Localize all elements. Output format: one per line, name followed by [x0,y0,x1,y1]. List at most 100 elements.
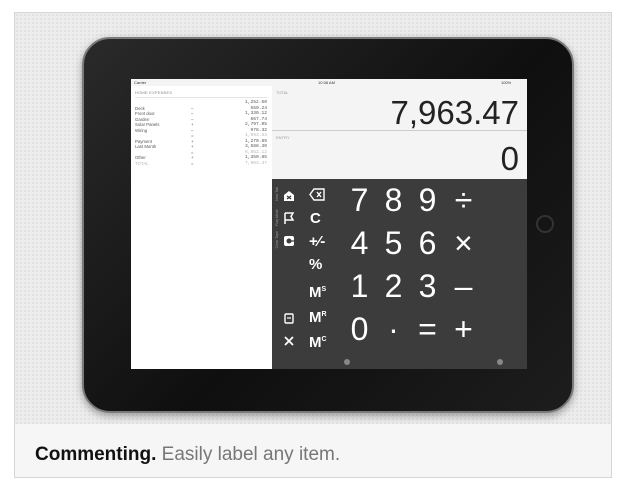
tape-panel[interactable]: HOME EXPENSES 1,252.50 Deck –550.24 Front d… [131,86,272,369]
tape-row-value: 7,963.47 [244,160,267,166]
key-divide[interactable]: ÷ [447,183,480,217]
memory-store-button[interactable]: MS [309,282,326,301]
entry-label: ENTRY [276,135,290,140]
memory-clear-sup: C [321,336,327,343]
key-add[interactable]: + [447,312,480,346]
keypad-area: New Tab Flag Mode Clear Tape C +⁄- % MS … [272,179,527,369]
tape-row-label: Payment [135,138,152,144]
key-2[interactable]: 2 [377,269,410,303]
key-decimal[interactable]: · [377,312,410,346]
tablet-screen: Carrier 10:38 AM 100% HOME EXPENSES 1,25… [131,79,527,369]
tape-row[interactable]: Front door – 1,330.12 [135,111,267,116]
percent-button[interactable]: % [309,257,322,273]
caption-lead: Commenting. [35,444,157,465]
tape-row-operator: = [191,149,194,155]
carrier-label: Carrier [134,80,147,85]
memory-recall-label: M [309,309,322,326]
tape-row-value: 1,330.12 [244,111,267,116]
feature-card: Carrier 10:38 AM 100% HOME EXPENSES 1,25… [14,12,612,478]
key-6[interactable]: 6 [411,226,444,260]
memory-clear-label: M [309,334,322,351]
memory-store-sup: S [321,286,327,293]
calculator-panel: TOTAL 7,963.47 ENTRY 0 New Tab Flag Mode [272,86,527,369]
memory-store-label: M [309,284,322,301]
tape-row[interactable]: Solar Panels +2,797.05 [135,122,267,127]
total-readout: 7,963.47 [390,94,519,131]
tape-row-label: Wiring [135,127,148,133]
total-label: TOTAL [276,90,289,95]
tape-row-value: 1,252.50 [244,100,267,105]
tape-row[interactable]: Other +1,350.85 [135,155,267,160]
tape-row[interactable]: Garden – 667.74 [135,117,267,122]
key-5[interactable]: 5 [377,226,410,260]
key-9[interactable]: 9 [411,183,444,217]
backspace-icon [309,188,325,201]
memory-recall-button[interactable]: MR [309,307,327,326]
info-indicator-right[interactable] [497,359,503,365]
clear-tape-button[interactable] [283,235,295,249]
clock-label: 10:38 AM [318,80,335,85]
key-1[interactable]: 1 [343,269,376,303]
clear-button[interactable]: C [310,211,321,227]
tape-row-operator: – [191,105,194,111]
key-3[interactable]: 3 [411,269,444,303]
battery-label: 100% [501,80,512,85]
tape-row-label: Front door [135,111,155,116]
tape-row-value: 978.32 [250,127,267,133]
status-bar: Carrier 10:38 AM 100% [131,79,527,86]
tape-row-operator: + [191,155,194,160]
tape-row-operator: = [191,133,194,138]
tape-row-label: Deck [135,105,145,111]
flag-icon [284,212,295,224]
tape-row-label: TOTAL [135,160,149,166]
tape-row-operator: = [191,160,194,166]
tape-row[interactable]: Last Month +3,588.30 [135,144,267,149]
tool-label-flag: Flag Mode [275,209,279,226]
info-indicator-left[interactable] [344,359,350,365]
tape-row[interactable]: Wiring – 978.32 [135,128,267,133]
tape-row-value: 1,350.85 [244,155,267,160]
tape-heading: HOME EXPENSES [135,90,173,95]
tape-row-value: 667.74 [250,116,267,122]
tape-row-label: Solar Panels [135,122,160,127]
key-4[interactable]: 4 [343,226,376,260]
tape-row-operator: – [191,116,194,122]
close-icon [284,336,294,346]
key-multiply[interactable]: × [447,226,480,260]
tape-row[interactable]: 1,252.50 [135,100,267,105]
tape-row-label: Last Month [135,144,157,149]
home-button[interactable] [536,215,554,233]
sign-toggle-button[interactable]: +⁄- [309,234,325,250]
tape-row[interactable]: TOTAL = 7,963.47 [135,161,267,166]
memory-recall-sup: R [321,311,327,318]
tape-row-operator: – [191,111,194,116]
backspace-button[interactable] [309,188,325,205]
key-0[interactable]: 0 [343,312,376,346]
tape-row[interactable]: = 6,852.12 [135,150,267,155]
share-icon [284,313,294,324]
new-tab-button[interactable] [283,190,295,204]
key-8[interactable]: 8 [377,183,410,217]
tape-row-operator: + [191,144,194,149]
house-icon [284,191,294,201]
display-divider [272,130,527,131]
key-subtract[interactable]: – [447,269,480,303]
share-button[interactable] [283,312,295,326]
tape-icon [284,236,294,246]
feature-caption: Commenting. Easily label any item. [35,444,340,466]
tool-label-clear-tape: Clear Tape [275,231,279,249]
calculator-display: TOTAL 7,963.47 ENTRY 0 [272,86,527,179]
tape-row[interactable]: Payment +1,270.89 [135,139,267,144]
key-7[interactable]: 7 [343,183,376,217]
tape-row[interactable]: Deck – 550.24 [135,106,267,111]
tape-divider [135,97,267,98]
tape-row-operator: + [191,138,194,144]
delete-button[interactable] [283,335,295,349]
key-equals[interactable]: = [411,312,444,346]
tape-row-value: 6,852.12 [244,149,267,155]
tape-row[interactable]: = 1,993.53 [135,133,267,138]
showcase-stage: Carrier 10:38 AM 100% HOME EXPENSES 1,25… [15,13,611,424]
flag-button[interactable] [283,212,295,227]
memory-clear-button[interactable]: MC [309,332,327,351]
tape-row-value: 1,270.89 [244,138,267,144]
